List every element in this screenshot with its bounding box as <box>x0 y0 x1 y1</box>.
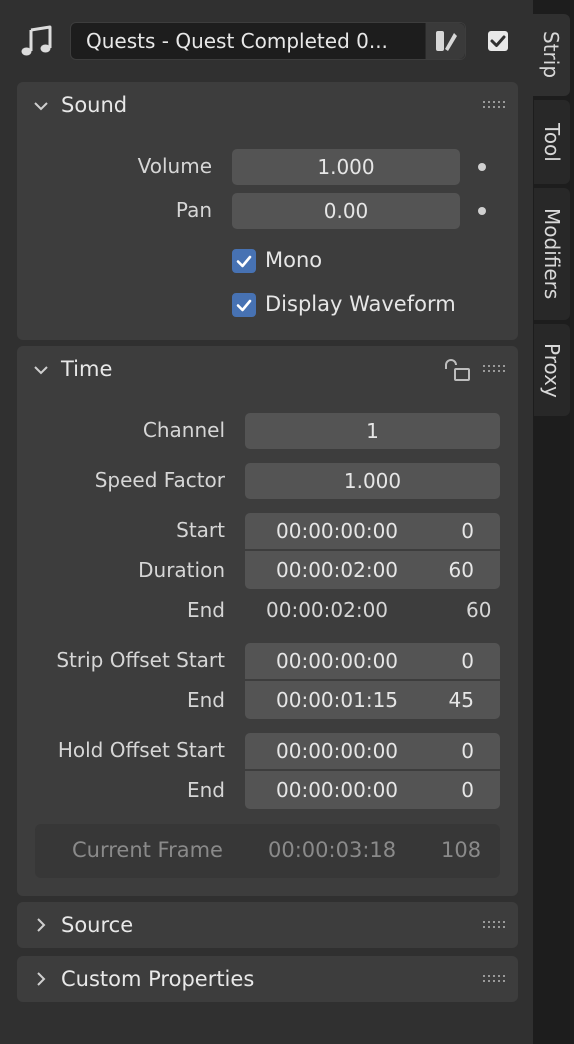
sound-panel-title[interactable]: Sound <box>61 93 127 117</box>
display-waveform-label[interactable]: Display Waveform <box>265 292 456 316</box>
current-frame-timecode: 00:00:03:18 <box>268 838 397 862</box>
volume-field[interactable]: 1.000 <box>232 149 460 185</box>
duration-frames: 60 <box>448 558 474 582</box>
tab-proxy[interactable]: Proxy <box>534 324 570 416</box>
channel-label: Channel <box>142 418 225 442</box>
source-panel[interactable]: Source <box>17 902 518 948</box>
checkmark-icon <box>236 255 252 268</box>
custom-properties-panel[interactable]: Custom Properties <box>17 956 518 1002</box>
display-waveform-checkbox[interactable] <box>232 293 256 317</box>
mono-checkbox[interactable] <box>232 249 256 273</box>
strip-offset-end-field[interactable]: 00:00:01:15 45 <box>245 681 500 719</box>
pan-field[interactable]: 0.00 <box>232 193 460 229</box>
end-timecode: 00:00:02:00 <box>266 598 389 622</box>
unlock-icon[interactable] <box>443 358 473 382</box>
current-frame-box: Current Frame 00:00:03:18 108 <box>35 824 500 878</box>
mono-label[interactable]: Mono <box>265 248 322 272</box>
chevron-right-icon[interactable] <box>33 971 49 987</box>
volume-label: Volume <box>137 154 212 178</box>
strip-offset-end-label: End <box>186 688 225 712</box>
channel-field[interactable]: 1 <box>245 413 500 449</box>
start-timecode: 00:00:00:00 <box>276 519 399 543</box>
strip-offset-end-frames: 45 <box>448 688 474 712</box>
duration-label: Duration <box>138 558 225 582</box>
color-tag-button[interactable] <box>425 23 465 59</box>
hold-offset-end-label: End <box>186 778 225 802</box>
hold-offset-start-frames: 0 <box>461 739 474 763</box>
pan-keyframe-dot[interactable] <box>478 207 486 215</box>
speed-factor-value: 1.000 <box>343 469 402 493</box>
color-tag-icon <box>435 31 457 51</box>
duration-field[interactable]: 00:00:02:00 60 <box>245 551 500 589</box>
duration-timecode: 00:00:02:00 <box>276 558 399 582</box>
strip-offset-start-timecode: 00:00:00:00 <box>276 649 399 673</box>
pan-value: 0.00 <box>323 199 369 223</box>
current-frame-label: Current Frame <box>72 838 223 862</box>
tab-tool[interactable]: Tool <box>534 100 570 184</box>
drag-grip-icon[interactable] <box>483 364 505 374</box>
strip-enabled-checkbox[interactable] <box>487 30 509 52</box>
hold-offset-end-field[interactable]: 00:00:00:00 0 <box>245 771 500 809</box>
source-panel-title[interactable]: Source <box>61 913 133 937</box>
tab-tool-label: Tool <box>540 122 564 162</box>
hold-offset-start-label: Hold Offset Start <box>57 738 225 762</box>
pan-label: Pan <box>175 198 212 222</box>
hold-offset-end-frames: 0 <box>461 778 474 802</box>
start-frames: 0 <box>461 519 474 543</box>
tab-strip-label: Strip <box>539 31 563 79</box>
end-frames: 60 <box>466 598 492 622</box>
strip-offset-end-timecode: 00:00:01:15 <box>276 688 399 712</box>
custom-properties-panel-title[interactable]: Custom Properties <box>61 967 254 991</box>
speed-factor-field[interactable]: 1.000 <box>245 463 500 499</box>
checkmark-icon <box>236 299 252 312</box>
hold-offset-end-timecode: 00:00:00:00 <box>276 778 399 802</box>
start-field[interactable]: 00:00:00:00 0 <box>245 513 500 549</box>
speed-factor-label: Speed Factor <box>94 468 225 492</box>
drag-grip-icon[interactable] <box>483 920 505 930</box>
tab-proxy-label: Proxy <box>540 342 564 398</box>
strip-offset-start-field[interactable]: 00:00:00:00 0 <box>245 643 500 679</box>
chevron-right-icon[interactable] <box>33 917 49 933</box>
chevron-down-icon[interactable] <box>33 362 49 378</box>
tab-modifiers-label: Modifiers <box>540 208 564 300</box>
current-frame-frames: 108 <box>441 838 482 862</box>
volume-value: 1.000 <box>317 155 375 179</box>
hold-offset-start-field[interactable]: 00:00:00:00 0 <box>245 733 500 769</box>
drag-grip-icon[interactable] <box>483 100 505 110</box>
tab-strip[interactable]: Strip <box>532 14 570 96</box>
strip-offset-start-label: Strip Offset Start <box>56 648 225 672</box>
volume-keyframe-dot[interactable] <box>478 163 486 171</box>
drag-grip-icon[interactable] <box>483 974 505 984</box>
chevron-down-icon[interactable] <box>33 98 49 114</box>
strip-name-text: Quests - Quest Completed 0... <box>86 29 388 53</box>
start-label: Start <box>176 518 225 542</box>
end-label: End <box>186 598 225 622</box>
strip-offset-start-frames: 0 <box>461 649 474 673</box>
strip-name-field[interactable]: Quests - Quest Completed 0... <box>70 22 466 60</box>
channel-value: 1 <box>366 419 379 443</box>
time-panel-title[interactable]: Time <box>61 357 112 381</box>
music-note-icon <box>21 25 52 56</box>
tab-modifiers[interactable]: Modifiers <box>534 188 570 320</box>
hold-offset-start-timecode: 00:00:00:00 <box>276 739 399 763</box>
